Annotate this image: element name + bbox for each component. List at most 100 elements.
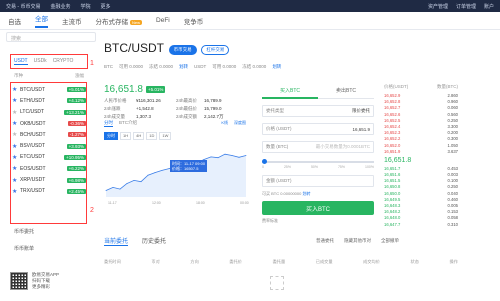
chart-point: [126, 183, 128, 184]
bids-list: 16,651.7 0.453 16,651.6 0.003 16,651.5 0.100 1…: [384, 166, 458, 228]
star-icon[interactable]: ★: [12, 143, 20, 150]
pair-row[interactable]: ★ EOS/USDT +6.22%: [12, 163, 86, 174]
tab-all[interactable]: 全部: [35, 13, 48, 28]
transfer-link-usdt[interactable]: 划转: [272, 64, 281, 70]
time-btn[interactable]: 4H: [133, 132, 145, 140]
margin-pill[interactable]: 杠杆交易: [201, 45, 230, 56]
pair-row[interactable]: ★ TRX/USDT +2.45%: [12, 186, 86, 197]
sub-usdt-avail: 可用 0.0000: [212, 64, 237, 69]
transfer-link[interactable]: 划转: [302, 191, 310, 196]
order-type-label: 委托类型: [266, 108, 284, 113]
pair-row[interactable]: ★ XRP/USDT +6.98%: [12, 174, 86, 185]
bill-link[interactable]: 币币账单: [14, 245, 34, 252]
col-change[interactable]: 涨幅: [75, 73, 84, 79]
pair-row[interactable]: ★ BSV/USDT +3.93%: [12, 140, 86, 151]
pair-list-header: 币种 涨幅: [14, 73, 84, 79]
chart-svg[interactable]: 11-17 12:00 18:00 00:00: [104, 145, 250, 205]
order-book: 价格(USDT) 数量(BTC) 16,652.9 2.860 16,652.8 0.…: [384, 84, 458, 228]
star-icon[interactable]: ★: [12, 154, 20, 161]
hide-others-toggle[interactable]: 隐藏其他币对: [344, 238, 371, 244]
chart-point: [119, 188, 121, 190]
chart-point: [133, 180, 135, 181]
star-icon[interactable]: ★: [12, 131, 20, 138]
pair-row[interactable]: ★ BTC/USDT +5.01%: [12, 84, 86, 95]
top-nav-more[interactable]: 更多: [100, 3, 110, 10]
tab-storage[interactable]: 分布式存储 New: [96, 16, 143, 26]
buy-tab[interactable]: 买入BTC: [262, 84, 318, 99]
star-icon[interactable]: ★: [12, 97, 20, 104]
col-coin[interactable]: 币种: [14, 73, 23, 79]
tab-favorites[interactable]: 自选: [8, 16, 21, 26]
star-icon[interactable]: ★: [12, 86, 20, 93]
cancel-all-button[interactable]: 全部撤单: [381, 238, 399, 244]
kline-link[interactable]: K线: [221, 120, 228, 126]
top-nav-academy[interactable]: 学院: [80, 3, 90, 10]
total-field[interactable]: 金额 (USDT): [262, 175, 374, 187]
pair-row[interactable]: ★ ETH/USDT +4.12%: [12, 95, 86, 106]
time-btn[interactable]: 分时: [104, 132, 118, 140]
pair-change: +4.12%: [66, 98, 86, 104]
chart-tab-intro[interactable]: BTC介绍: [119, 120, 137, 127]
time-buttons: 分时 1H 4H 1D 1W: [104, 132, 250, 140]
sub-btc: BTC: [104, 64, 113, 69]
stat-value: 16,789.9: [204, 98, 222, 103]
sub-usdt: USDT: [194, 64, 207, 69]
tab-mainstream[interactable]: 主流币: [62, 16, 82, 26]
tab-order-history[interactable]: 历史委托: [142, 236, 166, 246]
star-icon[interactable]: ★: [12, 109, 20, 116]
chart-tab-timeshare[interactable]: 分时: [104, 120, 113, 127]
orders-table-header: 委托时间 币对 方向 委托价 委托量 已成交量 成交均价 状态 操作: [104, 259, 458, 265]
currency-tab-usdk[interactable]: USDk: [34, 58, 47, 65]
sell-tab[interactable]: 卖出BTC: [318, 84, 374, 99]
buy-button[interactable]: 买入BTC: [262, 201, 374, 215]
tab-open-orders[interactable]: 当前委托: [104, 236, 129, 246]
star-icon[interactable]: ★: [12, 120, 20, 127]
new-badge: New: [130, 19, 143, 25]
depth-link[interactable]: 深度图: [234, 120, 246, 126]
annotation-1: 1: [90, 60, 94, 67]
price-summary: 16,651.8 +5.01% 人民币价格 ¥116,301.26 24h最高价…: [104, 84, 250, 120]
time-btn[interactable]: 1H: [120, 132, 132, 140]
time-btn[interactable]: 1D: [146, 132, 158, 140]
price-field[interactable]: 价格 (USDT) 16,651.9: [262, 123, 374, 135]
pair-change: -1.27%: [67, 132, 86, 138]
order-type-select[interactable]: 委托类型 限价委托: [262, 105, 374, 117]
order-type-filter[interactable]: 普通委托: [316, 238, 334, 244]
pair-row[interactable]: ★ ETC/USDT +10.95%: [12, 152, 86, 163]
account-menu[interactable]: 账户: [484, 3, 494, 10]
spot-pill[interactable]: 币币交易: [168, 45, 197, 56]
book-row[interactable]: 16,651.9 3.637: [384, 149, 458, 155]
top-nav-finance[interactable]: 金融业务: [50, 3, 70, 10]
assets-menu[interactable]: 资产管理: [428, 3, 448, 10]
star-icon[interactable]: ★: [12, 188, 20, 195]
order-tabs: 买入BTC 卖出BTC: [262, 84, 374, 99]
transfer-link-btc[interactable]: 划转: [179, 64, 188, 70]
pair-row[interactable]: ★ BCH/USDT -1.27%: [12, 129, 86, 140]
empty-state-icon: [270, 276, 284, 290]
fee-link[interactable]: 费率标准: [262, 218, 374, 224]
entrust-link[interactable]: 币币委托: [14, 228, 34, 235]
chart-point: [140, 181, 142, 183]
amount-field[interactable]: 数量 (BTC) 最小交易数量为0.0001BTC: [262, 141, 374, 153]
pair-row[interactable]: ★ LTC/USDT +13.21%: [12, 107, 86, 118]
price-field-value: 16,651.9: [352, 126, 370, 132]
star-icon[interactable]: ★: [12, 165, 20, 172]
pct-label: 0: [262, 165, 264, 169]
chart-x-label: 11-17: [108, 201, 117, 205]
currency-tab-usdt[interactable]: USDT: [14, 58, 28, 65]
pair-row[interactable]: ★ OKB/USDT -0.36%: [12, 118, 86, 129]
percent-slider[interactable]: [262, 159, 374, 164]
search-input[interactable]: 搜索: [6, 32, 96, 42]
tab-competing[interactable]: 竞争币: [184, 16, 204, 26]
pair-name: ETC/USDT: [20, 154, 45, 161]
chart-tooltip: 时间：11-17 09:00 价格：16507.5: [170, 160, 208, 172]
time-btn[interactable]: 1W: [159, 132, 172, 140]
currency-tab-crypto[interactable]: CRYPTO: [53, 58, 74, 65]
pair-name: BSV/USDT: [20, 143, 46, 150]
book-row[interactable]: 16,647.7 0.310: [384, 222, 458, 228]
orders-menu[interactable]: 订单管理: [456, 3, 476, 10]
star-icon[interactable]: ★: [12, 177, 20, 184]
top-nav-trade[interactable]: 交易 - 币币交易: [6, 3, 40, 10]
chart-point: [231, 155, 233, 156]
tab-defi[interactable]: DeFi: [156, 17, 170, 24]
